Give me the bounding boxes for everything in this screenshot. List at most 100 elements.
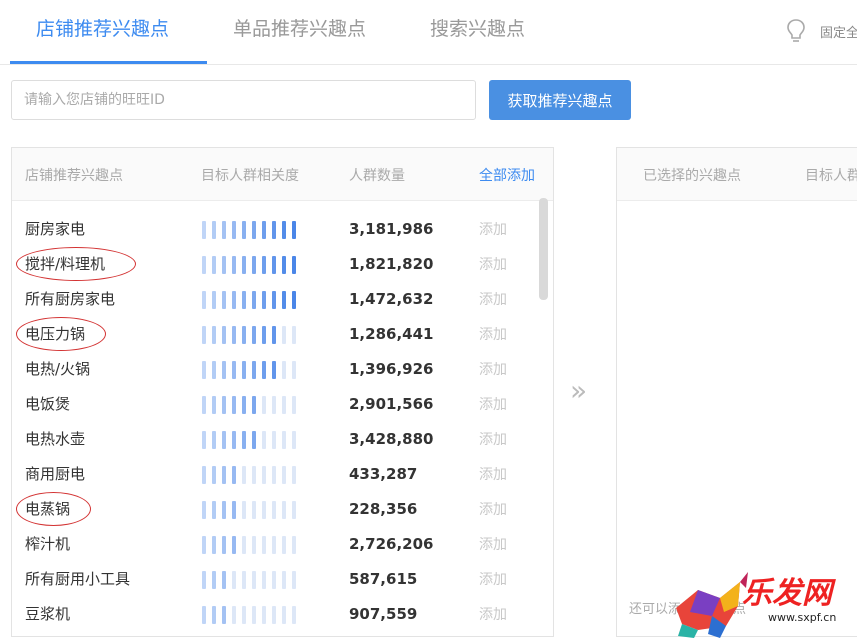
- add-button[interactable]: 添加: [479, 359, 507, 379]
- relevance-segment: [262, 466, 266, 484]
- add-button[interactable]: 添加: [479, 254, 507, 274]
- relevance-segment: [212, 501, 216, 519]
- add-button[interactable]: 添加: [479, 429, 507, 449]
- relevance-segment: [232, 466, 236, 484]
- add-button[interactable]: 添加: [479, 324, 507, 344]
- relevance-segment: [282, 396, 286, 414]
- relevance-segment: [212, 571, 216, 589]
- relevance-segment: [222, 571, 226, 589]
- relevance-segment: [222, 396, 226, 414]
- add-button[interactable]: 添加: [479, 499, 507, 519]
- scrollbar-thumb[interactable]: [539, 198, 548, 300]
- relevance-segment: [262, 221, 266, 239]
- relevance-segment: [202, 326, 206, 344]
- fetch-interest-button[interactable]: 获取推荐兴趣点: [489, 80, 631, 120]
- tab-search-interest[interactable]: 搜索兴趣点: [430, 14, 525, 41]
- relevance-segment: [222, 466, 226, 484]
- relevance-segment: [202, 291, 206, 309]
- table-header: 店铺推荐兴趣点 目标人群相关度 人群数量 全部添加: [12, 148, 553, 201]
- interest-name: 电压力锅: [25, 325, 86, 343]
- crowd-count: 3,428,880: [349, 430, 434, 448]
- table-row: 厨房家电 3,181,986 添加: [12, 212, 542, 247]
- interest-name: 电蒸锅: [25, 500, 71, 518]
- relevance-segment: [272, 501, 276, 519]
- relevance-segment: [202, 431, 206, 449]
- add-button[interactable]: 添加: [479, 569, 507, 589]
- relevance-segment: [282, 536, 286, 554]
- relevance-segment: [262, 256, 266, 274]
- relevance-segment: [292, 606, 296, 624]
- relevance-segment: [292, 291, 296, 309]
- relevance-segment: [292, 536, 296, 554]
- crowd-count: 587,615: [349, 570, 418, 588]
- relevance-segment: [242, 361, 246, 379]
- relevance-segment: [262, 361, 266, 379]
- relevance-segment: [292, 396, 296, 414]
- relevance-segment: [242, 431, 246, 449]
- relevance-segment: [262, 536, 266, 554]
- pin-label[interactable]: 固定全: [820, 22, 857, 41]
- relevance-segment: [212, 361, 216, 379]
- double-chevron-right-icon[interactable]: »: [570, 374, 587, 407]
- interest-name: 所有厨房家电: [25, 290, 116, 308]
- table-row: 电蒸锅 228,356 添加: [12, 492, 542, 527]
- relevance-segment: [252, 501, 256, 519]
- relevance-segment: [252, 291, 256, 309]
- relevance-segment: [242, 571, 246, 589]
- add-button[interactable]: 添加: [479, 464, 507, 484]
- relevance-segment: [262, 326, 266, 344]
- add-all-link[interactable]: 全部添加: [479, 165, 535, 185]
- relevance-segment: [232, 536, 236, 554]
- relevance-segment: [242, 501, 246, 519]
- lightbulb-icon[interactable]: [786, 18, 806, 44]
- relevance-segment: [292, 571, 296, 589]
- relevance-segment: [222, 536, 226, 554]
- relevance-segment: [282, 221, 286, 239]
- relevance-segment: [222, 501, 226, 519]
- interest-name: 厨房家电: [25, 220, 86, 238]
- add-button[interactable]: 添加: [479, 534, 507, 554]
- tab-store-interest[interactable]: 店铺推荐兴趣点: [36, 14, 169, 41]
- add-button[interactable]: 添加: [479, 394, 507, 414]
- relevance-segment: [262, 571, 266, 589]
- add-button[interactable]: 添加: [479, 604, 507, 624]
- relevance-segment: [272, 396, 276, 414]
- header-interest-name: 店铺推荐兴趣点: [25, 168, 123, 184]
- wangwang-id-input[interactable]: [11, 80, 476, 120]
- relevance-segment: [262, 606, 266, 624]
- crowd-count: 2,726,206: [349, 535, 434, 553]
- relevance-segment: [212, 431, 216, 449]
- recommended-interest-table: 店铺推荐兴趣点 目标人群相关度 人群数量 全部添加 厨房家电 3,181,986 添…: [11, 147, 554, 637]
- table-row: 电饭煲 2,901,566 添加: [12, 387, 542, 422]
- add-button[interactable]: 添加: [479, 219, 507, 239]
- relevance-segment: [202, 221, 206, 239]
- watermark-text: 乐发网: [742, 576, 832, 611]
- relevance-segment: [212, 536, 216, 554]
- tab-item-interest[interactable]: 单品推荐兴趣点: [233, 14, 366, 41]
- relevance-segment: [272, 466, 276, 484]
- relevance-segment: [242, 466, 246, 484]
- relevance-segment: [202, 501, 206, 519]
- relevance-segment: [242, 396, 246, 414]
- relevance-segment: [222, 326, 226, 344]
- relevance-segment: [272, 221, 276, 239]
- relevance-segment: [282, 466, 286, 484]
- relevance-segment: [272, 431, 276, 449]
- relevance-segment: [272, 361, 276, 379]
- crowd-count: 907,559: [349, 605, 418, 623]
- relevance-segment: [282, 606, 286, 624]
- table-row: 榨汁机 2,726,206 添加: [12, 527, 542, 562]
- table-row: 搅拌/料理机 1,821,820 添加: [12, 247, 542, 282]
- relevance-segment: [252, 361, 256, 379]
- relevance-segment: [232, 396, 236, 414]
- relevance-segment: [242, 291, 246, 309]
- relevance-segment: [242, 606, 246, 624]
- relevance-segment: [212, 466, 216, 484]
- relevance-segment: [282, 291, 286, 309]
- relevance-segment: [212, 326, 216, 344]
- add-button[interactable]: 添加: [479, 289, 507, 309]
- relevance-segment: [252, 466, 256, 484]
- relevance-segment: [202, 361, 206, 379]
- relevance-segment: [252, 396, 256, 414]
- relevance-segment: [212, 256, 216, 274]
